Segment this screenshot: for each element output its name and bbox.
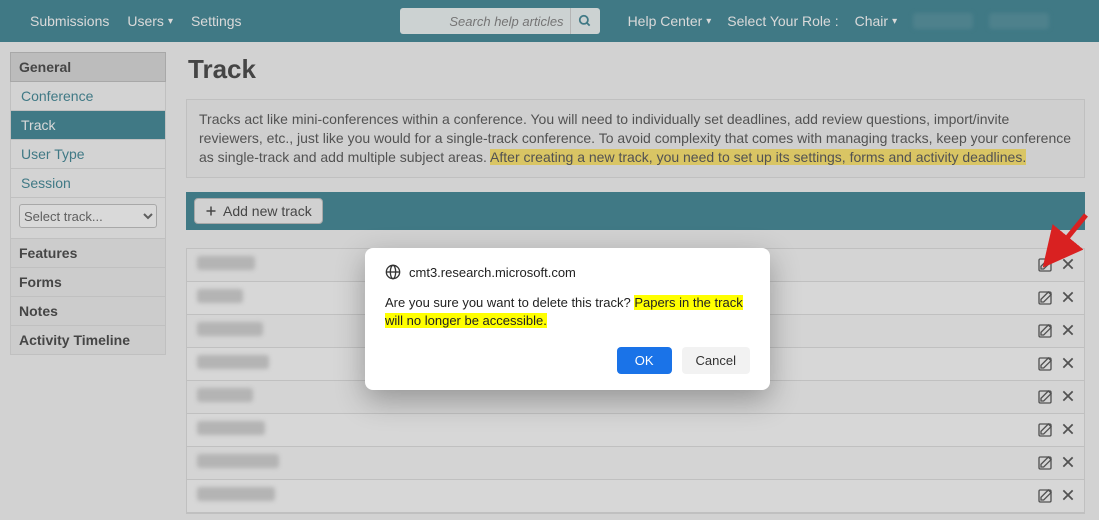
dialog-header: cmt3.research.microsoft.com bbox=[385, 264, 750, 280]
dialog-actions: OK Cancel bbox=[385, 347, 750, 374]
ok-button[interactable]: OK bbox=[617, 347, 672, 374]
dialog-body: Are you sure you want to delete this tra… bbox=[385, 294, 750, 329]
dialog-site: cmt3.research.microsoft.com bbox=[409, 265, 576, 280]
cancel-button[interactable]: Cancel bbox=[682, 347, 750, 374]
confirm-dialog: cmt3.research.microsoft.com Are you sure… bbox=[365, 248, 770, 390]
globe-icon bbox=[385, 264, 401, 280]
